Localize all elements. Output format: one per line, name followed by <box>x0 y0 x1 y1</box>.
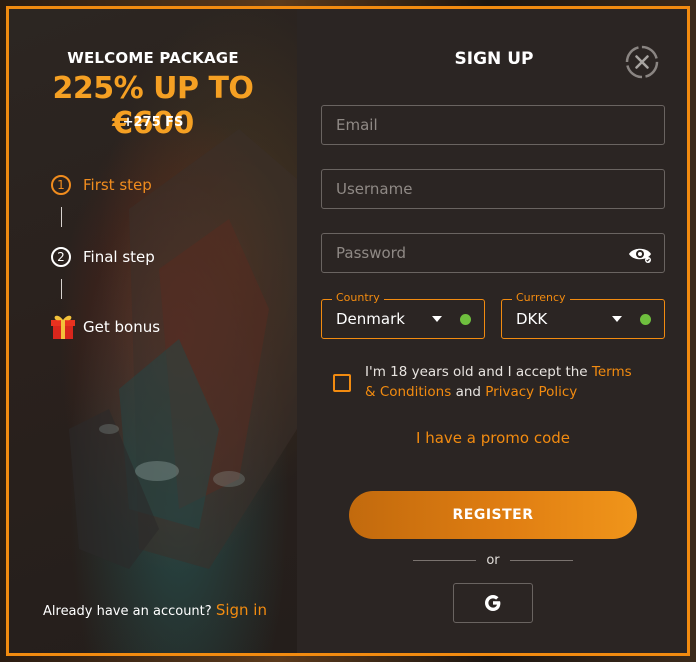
terms-checkbox[interactable] <box>333 374 351 392</box>
country-value: Denmark <box>336 310 405 328</box>
password-field[interactable] <box>321 233 665 273</box>
google-icon <box>485 595 501 611</box>
check-icon <box>460 314 471 325</box>
welcome-offer: 225% UP TO €600 <box>52 71 254 141</box>
check-icon <box>640 314 651 325</box>
form-title: SIGN UP <box>454 49 534 69</box>
step-3-label: Get bonus <box>83 318 161 336</box>
signin-prompt: Already have an account? <box>43 604 212 619</box>
close-icon[interactable] <box>625 45 659 79</box>
username-field[interactable] <box>321 169 665 209</box>
privacy-link[interactable]: Privacy Policy <box>485 384 577 400</box>
divider-line <box>413 559 477 561</box>
signup-modal: WELCOME PACKAGE 225% UP TO €600 +275 FS … <box>6 6 690 656</box>
step-1-label: First step <box>83 176 152 194</box>
step-2-label: Final step <box>83 248 155 266</box>
eye-icon[interactable] <box>628 244 652 264</box>
currency-label: Currency <box>512 291 570 304</box>
step-connector <box>61 279 62 299</box>
welcome-title: WELCOME PACKAGE <box>67 49 239 67</box>
free-spins: +275 FS <box>122 115 184 130</box>
promo-code-link[interactable]: I have a promo code <box>321 429 665 447</box>
currency-select[interactable]: Currency DKK <box>501 291 665 339</box>
or-divider: or <box>413 551 573 569</box>
promo-panel: WELCOME PACKAGE 225% UP TO €600 +275 FS … <box>9 9 297 653</box>
divider-line <box>509 559 573 561</box>
gift-icon <box>51 315 75 339</box>
register-button[interactable]: REGISTER <box>349 491 637 539</box>
step-connector <box>61 207 62 227</box>
email-input[interactable] <box>322 116 664 134</box>
signin-row: Already have an account? Sign in <box>43 601 267 619</box>
or-text: or <box>486 552 500 568</box>
step-final: 2 Final step <box>51 247 155 267</box>
step-2-number: 2 <box>51 247 71 267</box>
terms-and: and <box>455 384 481 400</box>
country-select[interactable]: Country Denmark <box>321 291 485 339</box>
username-input[interactable] <box>322 180 664 198</box>
email-field[interactable] <box>321 105 665 145</box>
password-input[interactable] <box>322 244 664 262</box>
chevron-down-icon <box>432 316 442 322</box>
country-label: Country <box>332 291 384 304</box>
terms-prefix: I'm 18 years old and I accept the <box>365 364 588 380</box>
step-get-bonus: Get bonus <box>49 313 160 341</box>
step-1-number: 1 <box>51 175 71 195</box>
currency-value: DKK <box>516 310 548 328</box>
step-first: 1 First step <box>51 175 152 195</box>
terms-text: I'm 18 years old and I accept the Terms … <box>365 362 645 402</box>
chevron-down-icon <box>612 316 622 322</box>
google-signin-button[interactable] <box>453 583 533 623</box>
signin-link[interactable]: Sign in <box>216 601 267 619</box>
